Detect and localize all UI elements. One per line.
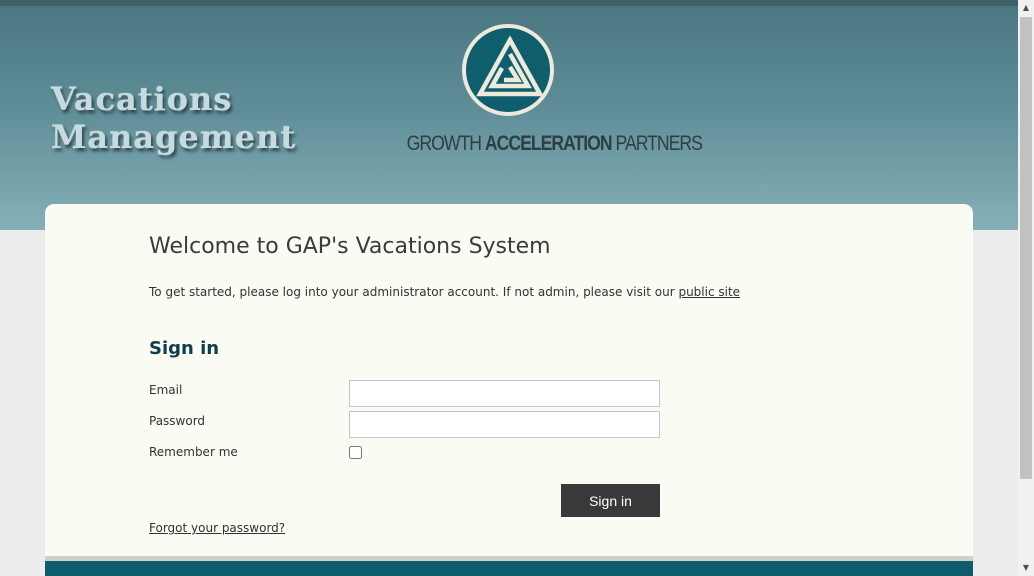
- app-title: Vacations Management: [51, 80, 296, 156]
- intro-text: To get started, please log into your adm…: [149, 285, 741, 299]
- login-card: Welcome to GAP's Vacations System To get…: [45, 204, 973, 576]
- remember-me-checkbox[interactable]: [349, 446, 362, 459]
- company-logo-text: GROWTH ACCELERATION PARTNERS: [406, 132, 703, 155]
- scrollbar-thumb[interactable]: [1020, 17, 1032, 479]
- footer-bar: [45, 561, 973, 576]
- email-label: Email: [149, 383, 183, 397]
- chevron-up-icon[interactable]: ▲: [1018, 0, 1034, 16]
- sign-in-button[interactable]: Sign in: [561, 484, 660, 517]
- app-title-line1: Vacations: [51, 80, 233, 118]
- page-title: Welcome to GAP's Vacations System: [149, 234, 551, 259]
- triangle-spiral-logo-icon: [462, 24, 554, 116]
- company-logo[interactable]: GROWTH ACCELERATION PARTNERS: [385, 18, 703, 163]
- sign-in-heading: Sign in: [149, 338, 220, 359]
- site-header: Vacations Management GROWTH ACCELERATION…: [0, 0, 1018, 230]
- forgot-password-link[interactable]: Forgot your password?: [149, 521, 285, 535]
- chevron-down-icon[interactable]: ▼: [1018, 560, 1034, 576]
- password-field[interactable]: [349, 411, 660, 438]
- remember-me-label: Remember me: [149, 445, 238, 459]
- app-title-line2: Management: [51, 118, 297, 156]
- public-site-link[interactable]: public site: [678, 285, 740, 299]
- vertical-scrollbar[interactable]: ▲ ▼: [1018, 0, 1034, 576]
- password-label: Password: [149, 414, 206, 428]
- email-field[interactable]: [349, 380, 660, 407]
